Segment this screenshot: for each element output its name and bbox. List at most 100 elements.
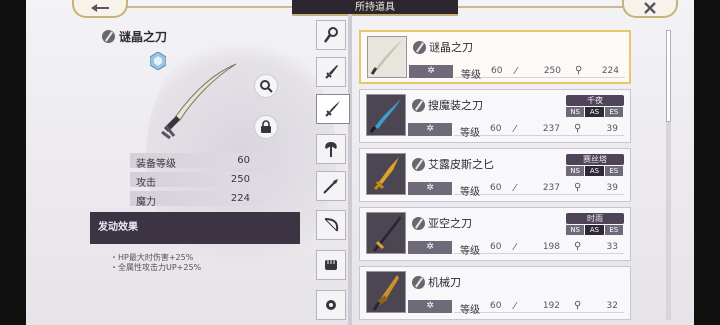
stat-row-equip-level: 装备等级 60 bbox=[130, 153, 282, 170]
gear-weapon-icon bbox=[326, 300, 336, 310]
scrollbar-thumb[interactable] bbox=[666, 30, 671, 122]
attack-icon: ⁄ bbox=[514, 301, 516, 312]
tab-mechanical[interactable] bbox=[316, 290, 346, 320]
slash-type-icon bbox=[102, 30, 115, 43]
item-stats-bar: ✲ 等级 60 ⁄ 192 ⚲ 32 bbox=[408, 300, 624, 316]
spear-icon bbox=[323, 179, 338, 194]
right-letterbox bbox=[694, 0, 720, 325]
magic-icon: ⚲ bbox=[575, 65, 583, 76]
item-name: 机械刀 bbox=[412, 274, 461, 290]
magnify-button[interactable] bbox=[254, 74, 278, 98]
stat-label: 魔力 bbox=[136, 197, 156, 208]
level-value: 60 bbox=[490, 124, 502, 134]
level-label: 等级 bbox=[461, 70, 481, 81]
magic-icon: ⚲ bbox=[574, 300, 582, 311]
element-star-icon: ✲ bbox=[408, 182, 452, 195]
magic-value: 33 bbox=[606, 242, 618, 252]
attack-value: 192 bbox=[542, 301, 560, 311]
level-value: 60 bbox=[490, 183, 502, 193]
attack-value: 237 bbox=[542, 183, 560, 193]
list-scrollbar[interactable] bbox=[666, 30, 671, 320]
item-name-text: 亚空之刀 bbox=[428, 217, 472, 230]
lock-button[interactable] bbox=[254, 115, 278, 139]
level-value: 60 bbox=[490, 242, 502, 252]
magic-value: 224 bbox=[601, 66, 619, 76]
tab-sword[interactable] bbox=[316, 94, 350, 124]
attack-icon: ⁄ bbox=[515, 66, 517, 77]
tag-es: ES bbox=[604, 225, 623, 235]
item-name: 亚空之刀 bbox=[412, 215, 472, 231]
list-item[interactable]: 搜魔装之刀 千夜 NS AS ES ✲ 等级 60 ⁄ 237 ⚲ 39 bbox=[359, 89, 631, 143]
magic-value: 39 bbox=[606, 124, 618, 134]
stat-label: 攻击 bbox=[136, 178, 156, 189]
tag-as: AS bbox=[585, 166, 604, 176]
tabs-rail bbox=[348, 14, 352, 325]
slash-type-icon bbox=[412, 98, 425, 112]
gold-dagger-icon bbox=[373, 157, 399, 191]
level-value: 60 bbox=[491, 66, 503, 76]
blue-blade-icon bbox=[369, 99, 401, 133]
item-stats-bar: ✲ 等级 60 ⁄ 198 ⚲ 33 bbox=[408, 241, 624, 257]
katana-icon bbox=[370, 40, 402, 75]
attack-icon: ⁄ bbox=[514, 124, 516, 135]
staff-icon bbox=[323, 27, 338, 43]
magnifier-icon bbox=[260, 80, 273, 93]
back-button[interactable] bbox=[72, 0, 128, 18]
tag-as: AS bbox=[585, 225, 604, 235]
tab-staff[interactable] bbox=[316, 20, 346, 50]
stat-label: 装备等级 bbox=[136, 159, 176, 170]
item-name: 搜魔装之刀 bbox=[412, 97, 483, 113]
list-item[interactable]: 亚空之刀 时雨 NS AS ES ✲ 等级 60 ⁄ 198 ⚲ 33 bbox=[359, 207, 631, 261]
item-thumbnail bbox=[367, 36, 407, 78]
skill-tags: NS AS ES bbox=[566, 107, 624, 117]
level-label: 等级 bbox=[460, 187, 480, 198]
back-arrow-icon bbox=[91, 4, 109, 12]
list-item[interactable]: 机械刀 ✲ 等级 60 ⁄ 192 ⚲ 32 bbox=[359, 266, 631, 320]
tab-axe[interactable] bbox=[316, 134, 346, 164]
owner-badge: 赛丝塔 bbox=[566, 154, 624, 165]
owner-badge: 千夜 bbox=[566, 95, 624, 106]
item-name: 谜晶之刀 bbox=[413, 39, 473, 55]
tab-bow[interactable] bbox=[316, 210, 346, 240]
item-stats-bar: ✲ 等级 60 ⁄ 250 ⚲ 224 bbox=[409, 65, 625, 81]
tag-es: ES bbox=[604, 107, 623, 117]
skill-tags: NS AS ES bbox=[566, 166, 624, 176]
slash-type-icon bbox=[412, 157, 425, 171]
item-name: 艾露皮斯之匕 bbox=[412, 156, 494, 172]
item-name-text: 搜魔装之刀 bbox=[428, 99, 483, 112]
tag-es: ES bbox=[604, 166, 623, 176]
stat-value: 250 bbox=[230, 174, 250, 185]
item-thumbnail bbox=[366, 271, 406, 313]
attack-value: 198 bbox=[542, 242, 560, 252]
tab-fist[interactable] bbox=[316, 250, 346, 280]
list-item[interactable]: 艾露皮斯之匕 赛丝塔 NS AS ES ✲ 等级 60 ⁄ 237 ⚲ 39 bbox=[359, 148, 631, 202]
effect-line: ・全属性攻击力UP+25% bbox=[110, 263, 202, 272]
tag-ns: NS bbox=[566, 107, 585, 117]
item-name-text: 艾露皮斯之匕 bbox=[428, 158, 494, 171]
skill-tags: NS AS ES bbox=[566, 225, 624, 235]
level-label: 等级 bbox=[460, 128, 480, 139]
detail-item-name-text: 谜晶之刀 bbox=[119, 30, 168, 44]
magic-icon: ⚲ bbox=[574, 123, 582, 134]
black-blade-icon bbox=[372, 216, 401, 252]
page-title: 所持道具 bbox=[292, 0, 458, 16]
slash-type-icon bbox=[412, 275, 425, 289]
tab-dagger[interactable] bbox=[316, 57, 346, 87]
tab-spear[interactable] bbox=[316, 171, 346, 201]
item-list: 谜晶之刀 ✲ 等级 60 ⁄ 250 ⚲ 224 搜魔装之刀 千夜 NS AS … bbox=[359, 28, 631, 325]
bow-icon bbox=[324, 218, 339, 232]
magic-icon: ⚲ bbox=[574, 241, 582, 252]
sword-icon bbox=[325, 101, 340, 117]
item-stats-bar: ✲ 等级 60 ⁄ 237 ⚲ 39 bbox=[408, 123, 624, 139]
magic-icon: ⚲ bbox=[574, 182, 582, 193]
fist-icon bbox=[325, 260, 337, 270]
slash-type-icon bbox=[413, 40, 426, 54]
level-label: 等级 bbox=[460, 246, 480, 257]
close-button[interactable] bbox=[622, 0, 678, 18]
attack-icon: ⁄ bbox=[514, 242, 516, 253]
list-item[interactable]: 谜晶之刀 ✲ 等级 60 ⁄ 250 ⚲ 224 bbox=[359, 30, 631, 84]
tag-ns: NS bbox=[566, 225, 585, 235]
element-star-icon: ✲ bbox=[408, 123, 452, 136]
item-name-text: 机械刀 bbox=[428, 276, 461, 289]
owner-badge: 时雨 bbox=[566, 213, 624, 224]
